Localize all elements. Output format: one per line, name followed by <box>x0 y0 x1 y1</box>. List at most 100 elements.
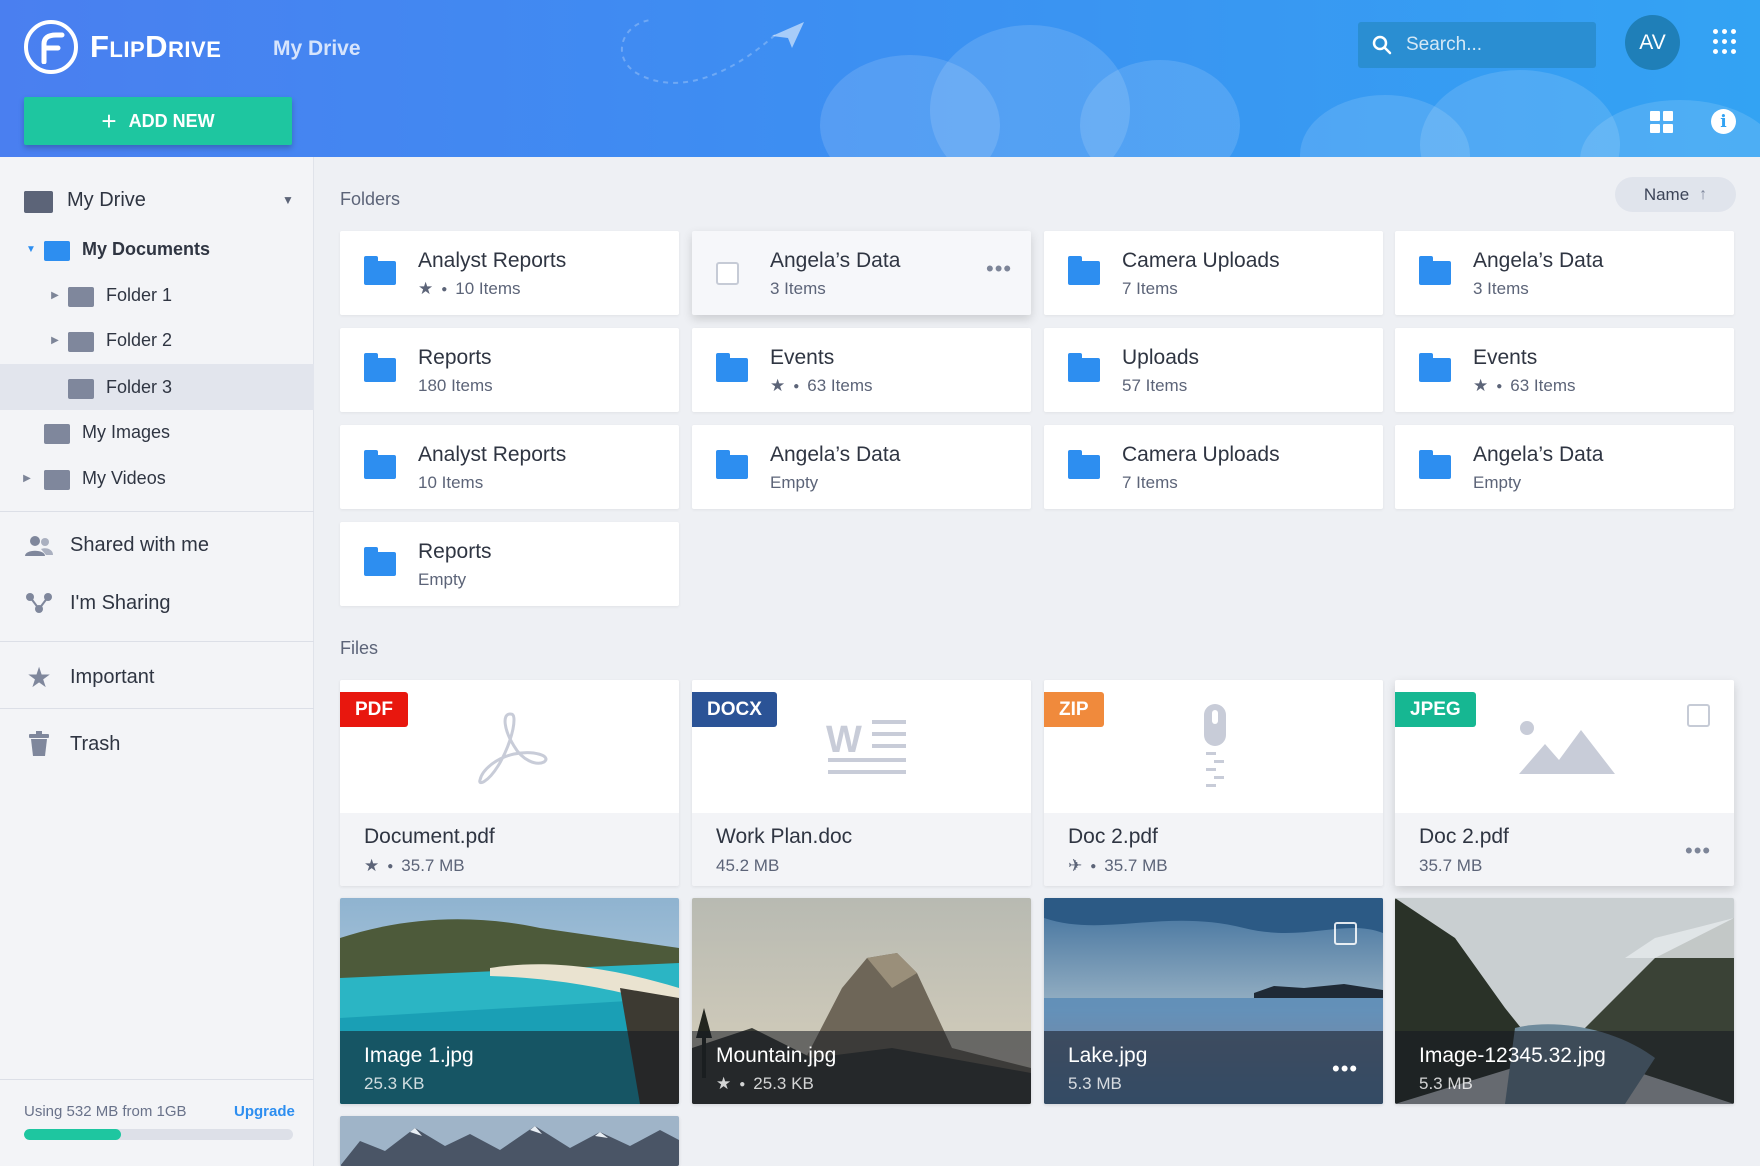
upgrade-link[interactable]: Upgrade <box>234 1103 295 1120</box>
file-meta: 25.3 KB <box>364 1074 425 1094</box>
folder-card[interactable]: Analyst Reports 10 Items <box>340 425 679 509</box>
sidebar-item-my-images[interactable]: My Images <box>0 409 314 455</box>
folder-card[interactable]: Camera Uploads 7 Items <box>1044 425 1383 509</box>
more-options-icon[interactable]: ••• <box>1685 840 1711 862</box>
folder-name: Analyst Reports <box>418 249 567 272</box>
select-checkbox[interactable] <box>1334 922 1357 945</box>
storage-progress-bar <box>24 1129 293 1140</box>
folder-card[interactable]: Uploads 57 Items <box>1044 328 1383 412</box>
folder-meta: 10 Items <box>418 473 483 493</box>
people-icon <box>24 535 54 557</box>
image-card[interactable]: Lake.jpg 5.3 MB ••• <box>1044 898 1383 1104</box>
share-icon <box>24 591 54 615</box>
folder-card[interactable]: Camera Uploads 7 Items <box>1044 231 1383 315</box>
folder-card[interactable]: Angela’s Data 3 Items <box>1395 231 1734 315</box>
file-type-badge: PDF <box>340 692 408 727</box>
file-type-badge: JPEG <box>1395 692 1476 727</box>
sidebar-item-im-sharing[interactable]: I'm Sharing <box>24 591 171 615</box>
sidebar-item-label: My Documents <box>82 238 211 259</box>
logo-text: FlipDrive <box>90 29 222 64</box>
folder-icon <box>1419 256 1451 285</box>
sidebar-item-label: Folder 1 <box>106 284 173 305</box>
sidebar-item-folder-1[interactable]: ▶ Folder 1 <box>0 272 314 318</box>
sidebar-item-my-videos[interactable]: ▶ My Videos <box>0 455 314 501</box>
folder-name: Camera Uploads <box>1122 249 1280 272</box>
app-logo[interactable]: FlipDrive <box>24 20 221 74</box>
folder-name: Angela’s Data <box>770 443 901 466</box>
grid-view-icon[interactable] <box>1650 111 1673 133</box>
plus-icon: + <box>101 106 117 136</box>
folder-icon <box>364 547 396 576</box>
storage-progress-fill <box>24 1129 121 1140</box>
folder-meta: Empty <box>418 570 466 590</box>
select-checkbox[interactable] <box>716 262 739 285</box>
sidebar-item-folder-3[interactable]: Folder 3 <box>0 364 314 410</box>
caret-right-icon[interactable]: ▶ <box>20 473 34 484</box>
file-card[interactable]: JPEG Doc 2.pdf 35.7 MB ••• <box>1395 680 1734 886</box>
folder-card[interactable]: Angela’s Data Empty <box>692 425 1031 509</box>
image-card[interactable]: Image 1.jpg 25.3 KB <box>340 898 679 1104</box>
folder-card[interactable]: Events ★ ● 63 Items <box>1395 328 1734 412</box>
folder-card[interactable]: Events ★ ● 63 Items <box>692 328 1031 412</box>
add-new-button[interactable]: + ADD NEW <box>24 97 292 145</box>
folder-icon <box>1419 450 1451 479</box>
folder-icon <box>716 353 748 382</box>
folder-card[interactable]: Reports Empty <box>340 522 679 606</box>
file-meta: ★ ● 35.7 MB <box>364 856 465 876</box>
image-card-partial[interactable] <box>340 1116 679 1166</box>
caret-down-icon[interactable]: ▼ <box>24 244 38 255</box>
separator-dot: ● <box>793 380 800 392</box>
folder-name: Analyst Reports <box>418 443 567 466</box>
folder-meta: ★ ● 10 Items <box>418 279 521 299</box>
caret-right-icon[interactable]: ▶ <box>48 335 62 346</box>
sidebar-item-important[interactable]: ★ Important <box>24 661 154 694</box>
sidebar-item-folder-2[interactable]: ▶ Folder 2 <box>0 317 314 363</box>
word-doc-icon: W <box>826 719 906 774</box>
caret-down-icon[interactable]: ▼ <box>282 193 294 207</box>
folder-item-count: 10 Items <box>418 473 484 492</box>
folder-icon <box>364 353 396 382</box>
sidebar-item-label: My Videos <box>82 467 166 488</box>
sort-by-name-button[interactable]: Name ↑ <box>1615 177 1736 212</box>
storage-usage-text: Using 532 MB from 1GB <box>24 1103 187 1120</box>
folder-card[interactable]: Angela’s Data Empty <box>1395 425 1734 509</box>
separator-dot: ● <box>739 1078 746 1090</box>
image-card[interactable]: Image-12345.32.jpg 5.3 MB <box>1395 898 1734 1104</box>
apps-grid-icon[interactable] <box>1713 29 1736 54</box>
sidebar-my-drive[interactable]: My Drive ▼ <box>0 177 314 223</box>
divider <box>0 641 314 642</box>
folder-name: Uploads <box>1122 346 1200 369</box>
file-card[interactable]: PDF Document.pdf ★ ● 35.7 MB <box>340 680 679 886</box>
sidebar-item-shared-with-me[interactable]: Shared with me <box>24 534 209 557</box>
folder-name: Events <box>1473 346 1538 369</box>
folder-name: Reports <box>418 540 492 563</box>
sidebar-item-trash[interactable]: Trash <box>24 731 120 757</box>
file-card[interactable]: ZIP Doc 2.pdf ✈ ● 35.7 MB <box>1044 680 1383 886</box>
folder-card[interactable]: Reports 180 Items <box>340 328 679 412</box>
file-name: Image-12345.32.jpg <box>1419 1044 1606 1067</box>
select-checkbox[interactable] <box>1687 704 1710 727</box>
file-name: Image 1.jpg <box>364 1044 474 1067</box>
more-options-icon[interactable]: ••• <box>1332 1058 1358 1080</box>
sidebar-item-label: I'm Sharing <box>70 591 171 614</box>
folder-item-count: 63 Items <box>1510 376 1576 395</box>
trash-icon <box>24 731 54 757</box>
app-header: FlipDrive My Drive + ADD NEW AV i <box>0 0 1760 157</box>
folder-icon <box>364 450 396 479</box>
search-box[interactable] <box>1358 22 1596 68</box>
sidebar-item-label: Folder 3 <box>106 376 173 397</box>
more-options-icon[interactable]: ••• <box>986 258 1012 280</box>
info-icon[interactable]: i <box>1711 109 1736 134</box>
file-card[interactable]: W DOCX Work Plan.doc 45.2 MB <box>692 680 1031 886</box>
image-placeholder-icon <box>1519 721 1615 774</box>
folder-icon <box>364 256 396 285</box>
folder-card[interactable]: Angela’s Data 3 Items ••• <box>692 231 1031 315</box>
separator-dot: ● <box>1090 860 1097 872</box>
caret-right-icon[interactable]: ▶ <box>48 290 62 301</box>
search-input[interactable] <box>1406 34 1576 56</box>
folder-card[interactable]: Analyst Reports ★ ● 10 Items <box>340 231 679 315</box>
sidebar-item-my-documents[interactable]: ▼ My Documents <box>0 226 314 272</box>
sort-label: Name <box>1643 184 1690 204</box>
avatar[interactable]: AV <box>1625 15 1680 70</box>
image-card[interactable]: Mountain.jpg ★ ● 25.3 KB <box>692 898 1031 1104</box>
